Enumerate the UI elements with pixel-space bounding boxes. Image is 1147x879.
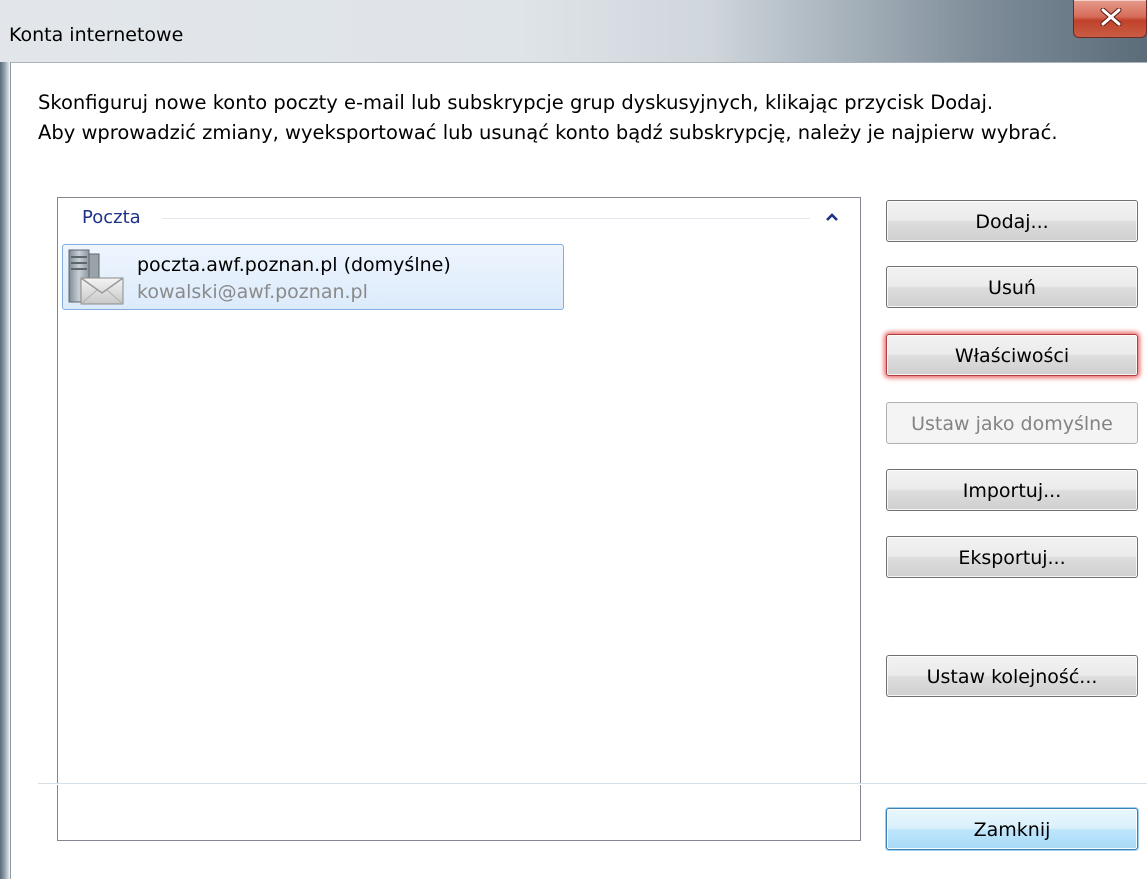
export-button[interactable]: Eksportuj... (886, 536, 1138, 578)
add-button[interactable]: Dodaj... (886, 200, 1138, 242)
window-left-border (0, 62, 10, 879)
dialog-window: Konta internetowe Skonfiguruj nowe konto… (0, 0, 1147, 879)
properties-button[interactable]: Właściwości (886, 334, 1138, 376)
intro-text-line-1: Skonfiguruj nowe konto poczty e-mail lub… (38, 91, 994, 114)
account-name: poczta.awf.poznan.pl (domyślne) (137, 254, 451, 276)
set-default-button: Ustaw jako domyślne (886, 402, 1138, 444)
group-header-divider (162, 218, 810, 219)
set-order-button[interactable]: Ustaw kolejność... (886, 655, 1138, 697)
title-bar: Konta internetowe (0, 0, 1147, 62)
remove-button[interactable]: Usuń (886, 266, 1138, 308)
import-button[interactable]: Importuj... (886, 469, 1138, 511)
close-icon (1100, 8, 1122, 26)
chevron-up-icon[interactable] (825, 211, 839, 223)
mail-server-icon (68, 249, 124, 305)
close-button[interactable]: Zamknij (886, 808, 1138, 850)
group-header-mail: Poczta (82, 207, 141, 228)
footer-separator (38, 783, 1147, 785)
intro-text-line-2: Aby wprowadzić zmiany, wyeksportować lub… (38, 121, 1058, 144)
window-title: Konta internetowe (9, 24, 184, 46)
account-email: kowalski@awf.poznan.pl (137, 281, 368, 303)
close-window-button[interactable] (1073, 0, 1147, 38)
